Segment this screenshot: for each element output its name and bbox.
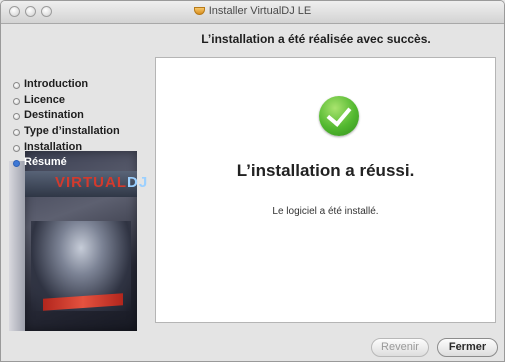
product-box-front: VIRTUALDJ (25, 151, 147, 331)
close-button[interactable]: Fermer (437, 338, 498, 357)
success-detail: Le logiciel a été installé. (272, 206, 379, 217)
step-bullet-icon (13, 82, 20, 89)
step-label: Type d’installation (24, 125, 120, 138)
installer-window: Installer VirtualDJ LE L’installation a … (0, 0, 505, 362)
summary-panel: L’installation a réussi. Le logiciel a é… (155, 57, 496, 323)
step-label: Installation (24, 140, 83, 153)
product-box-logo-dj: DJ (127, 174, 149, 191)
product-box-logo: VIRTUALDJ (55, 174, 148, 191)
product-box-side (9, 161, 25, 331)
step-bullet-icon (13, 160, 20, 168)
step-installation-type: Type d’installation (13, 124, 120, 140)
product-box-image: VIRTUALDJ (9, 151, 147, 333)
step-bullet-icon (13, 113, 20, 121)
step-label: Destination (24, 109, 84, 122)
step-label: Introduction (24, 78, 89, 90)
window-title: Installer VirtualDJ LE (1, 5, 504, 17)
step-bullet-icon (13, 129, 20, 137)
title-bar: Installer VirtualDJ LE (1, 1, 504, 24)
step-installation: Installation (13, 140, 120, 156)
success-checkmark-icon (319, 96, 359, 136)
product-box-logo-virtual: VIRTUAL (55, 174, 127, 191)
step-licence: Licence (13, 93, 120, 109)
page-heading: L’installation a été réalisée avec succè… (201, 32, 431, 46)
window-title-text: Installer VirtualDJ LE (208, 5, 312, 17)
step-label: Résumé (24, 156, 67, 169)
back-button[interactable]: Revenir (371, 338, 429, 357)
installer-steps-list: Introduction Licence Destination Type d’… (13, 77, 120, 171)
step-summary: Résumé (13, 155, 120, 171)
step-label: Licence (24, 93, 65, 106)
step-bullet-icon (13, 97, 20, 105)
success-title: L’installation a réussi. (236, 161, 415, 180)
step-destination: Destination (13, 108, 120, 124)
step-introduction: Introduction (13, 77, 120, 93)
installer-package-icon (193, 7, 205, 15)
step-bullet-icon (13, 144, 20, 152)
